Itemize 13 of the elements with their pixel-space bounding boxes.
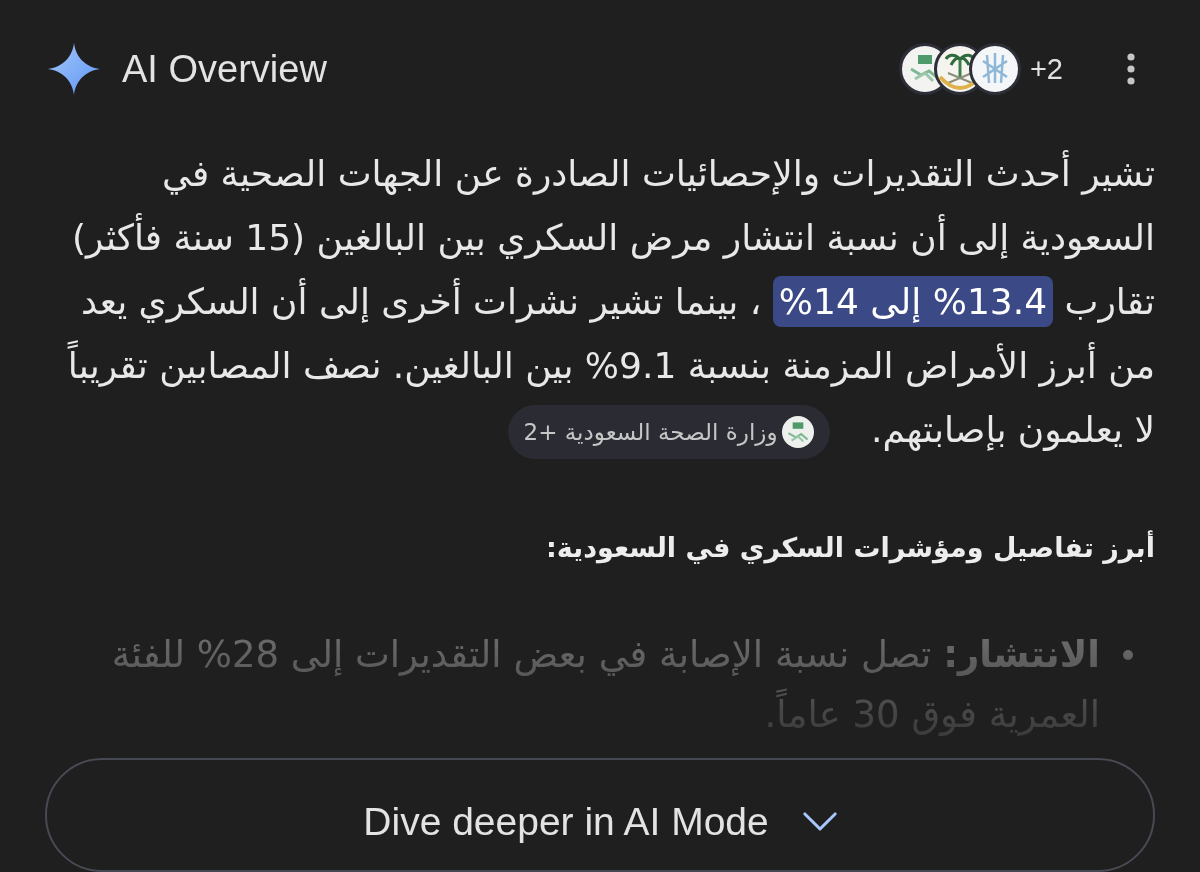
more-options-button[interactable] bbox=[1125, 52, 1137, 86]
flag-emblem-icon bbox=[781, 416, 814, 448]
sparkle-icon bbox=[48, 43, 100, 95]
more-options-icon bbox=[1127, 53, 1135, 85]
dive-deeper-button[interactable]: Dive deeper in AI Mode bbox=[45, 758, 1155, 872]
chevron-down-icon bbox=[802, 812, 837, 831]
bullet-icon bbox=[1123, 650, 1133, 660]
source-chip[interactable]: وزارة الصحة السعودية +2 bbox=[507, 405, 830, 459]
sources-button[interactable]: +2 bbox=[898, 43, 1063, 95]
overview-title: AI Overview bbox=[122, 47, 327, 91]
section-heading: أبرز تفاصيل ومؤشرات السكري في السعودية: bbox=[544, 529, 1155, 566]
asterisk-emblem-icon bbox=[968, 43, 1021, 95]
overview-paragraph: تشير أحدث التقديرات والإحصائيات الصادرة عن الجهات الصحية في السعودية إلى أن نسبة انتشار مرض السكري بين البالغين (15 سنة فأكثر) تقارب 13.4% إلى 14% ، بينما تشير نشرات أخرى إلى أن السكري يعد من أبرز الأمراض المزمنة بنسبة 9.1% بين البالغين. نصف المصابين تقريباً لا يعلمون بإصابتهم. وزارة الصحة السعودية +2 bbox=[45, 142, 1155, 462]
